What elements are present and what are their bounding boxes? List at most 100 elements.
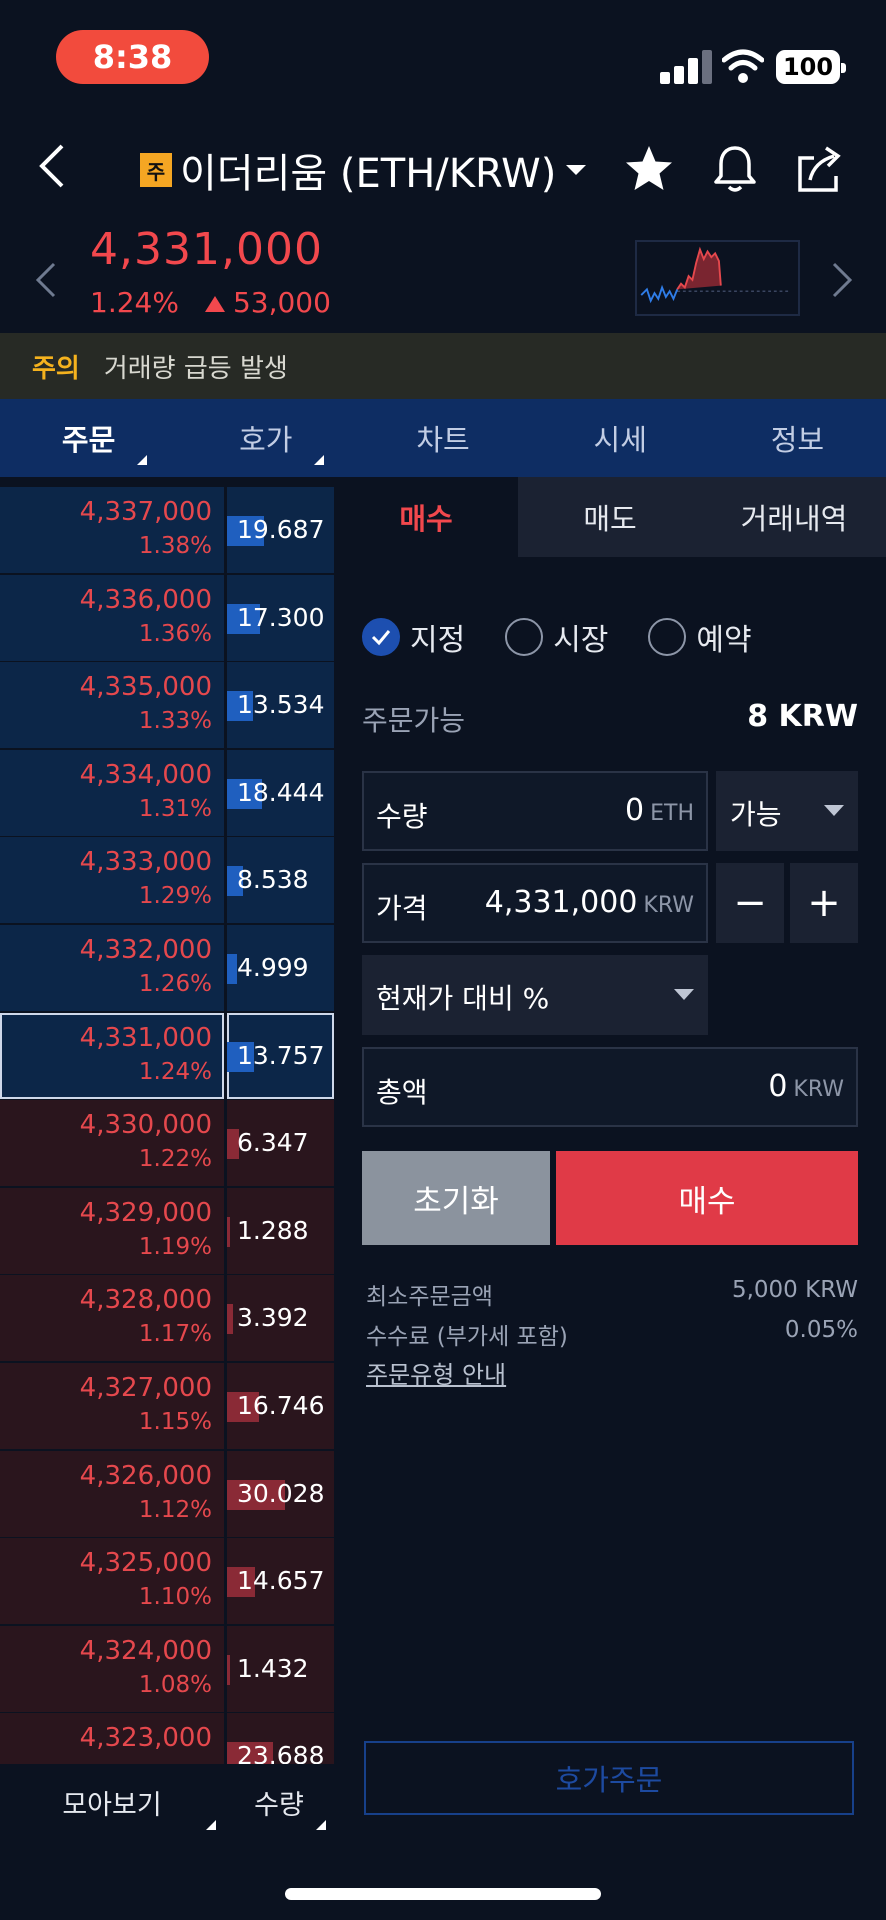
orderbook-row[interactable]: 4,333,000 1.29% 8.538 — [0, 837, 334, 924]
price-increase-button[interactable]: + — [790, 863, 858, 943]
radio-circle-icon — [505, 618, 544, 656]
quantity-cell[interactable]: 18.444 — [227, 749, 334, 836]
price-unit: KRW — [643, 893, 694, 918]
orderbook-percent: 1.19% — [138, 1233, 212, 1260]
quantity-cell[interactable]: 16.746 — [227, 1363, 334, 1449]
order-type-radio[interactable]: 지정 — [362, 615, 465, 659]
orderbook-row[interactable]: 4,324,000 1.08% 1.432 — [0, 1625, 334, 1712]
volume-bar — [227, 954, 237, 984]
orderbook-row[interactable]: 4,332,000 1.26% 4.999 — [0, 925, 334, 1011]
quantity-ratio-dropdown[interactable]: 가능 — [716, 771, 858, 851]
orderbook-row[interactable]: 4,335,000 1.33% 13.534 — [0, 662, 334, 749]
order-tab-0[interactable]: 매수 — [334, 477, 518, 557]
price-cell[interactable]: 4,327,000 1.15% — [0, 1363, 224, 1449]
quantity-cell[interactable]: 8.538 — [227, 837, 334, 924]
quantity-cell[interactable]: 17.300 — [227, 574, 334, 661]
quantity-cell[interactable]: 13.757 — [227, 1012, 334, 1099]
star-icon[interactable] — [622, 142, 676, 196]
price-cell[interactable]: 4,333,000 1.29% — [0, 837, 224, 924]
buy-button[interactable]: 매수 — [556, 1151, 858, 1245]
back-arrow-icon[interactable] — [28, 138, 84, 194]
qty-toggle-label: 수량 — [254, 1789, 304, 1821]
price-cell[interactable]: 4,324,000 1.08% — [0, 1625, 224, 1712]
qty-toggle-button[interactable]: 수량 — [224, 1764, 334, 1840]
tab-4[interactable]: 정보 — [709, 399, 886, 477]
orderbook-qty: 8.538 — [237, 865, 309, 895]
orderbook-row[interactable]: 4,337,000 1.38% 19.687 — [0, 487, 334, 573]
home-indicator[interactable] — [285, 1888, 601, 1900]
orderbook-row[interactable]: 4,325,000 1.10% 14.657 — [0, 1538, 334, 1625]
quantity-cell[interactable]: 14.657 — [227, 1538, 334, 1625]
price-cell[interactable]: 4,331,000 1.24% — [0, 1012, 224, 1099]
reset-button[interactable]: 초기화 — [362, 1151, 550, 1245]
orderbook-row[interactable]: 4,334,000 1.31% 18.444 — [0, 749, 334, 836]
price-cell[interactable]: 4,326,000 1.12% — [0, 1450, 224, 1537]
price-cell[interactable]: 4,337,000 1.38% — [0, 487, 224, 573]
orderbook-percent: 1.24% — [138, 1058, 212, 1085]
orderbook-row[interactable]: 4,331,000 1.24% 13.757 — [0, 1012, 334, 1099]
order-panel: 매수 매도 거래내역 지정 시장 예약 주문가능 8 KRW 수량 0 ETH 가능 가격… — [334, 477, 886, 1840]
order-type-label: 시장 — [553, 623, 609, 658]
ticker-row: 4,331,000 1.24% 53,000 — [0, 220, 886, 330]
quantity-cell[interactable]: 13.534 — [227, 662, 334, 749]
coin-selector[interactable]: 주 이더리움 (ETH/KRW) — [140, 140, 587, 200]
price-ratio-dropdown[interactable]: 현재가 대비 % — [362, 955, 708, 1035]
price-cell[interactable]: 4,334,000 1.31% — [0, 749, 224, 836]
orderbook-percent: 1.12% — [138, 1496, 212, 1523]
chevron-left-icon[interactable] — [34, 260, 58, 300]
orderbook[interactable]: 4,337,000 1.38% 19.687 4,336,000 1.36% 17.300… — [0, 477, 334, 1764]
price-cell[interactable]: 4,335,000 1.33% — [0, 662, 224, 749]
quantity-cell[interactable]: 1.288 — [227, 1187, 334, 1274]
orderbook-row[interactable]: 4,328,000 1.17% 3.392 — [0, 1275, 334, 1362]
price-cell[interactable]: 4,329,000 1.19% — [0, 1187, 224, 1274]
quantity-cell[interactable]: 30.028 — [227, 1450, 334, 1537]
price-cell[interactable]: 4,332,000 1.26% — [0, 925, 224, 1011]
mini-chart[interactable] — [635, 240, 800, 316]
orderbook-order-button[interactable]: 호가주문 — [364, 1741, 854, 1815]
orderbook-row[interactable]: 4,326,000 1.12% 30.028 — [0, 1450, 334, 1537]
price-cell[interactable]: 4,336,000 1.36% — [0, 574, 224, 661]
quantity-cell[interactable]: 23.688 — [227, 1713, 334, 1764]
price-cell[interactable]: 4,325,000 1.10% — [0, 1538, 224, 1625]
orderbook-row[interactable]: 4,329,000 1.19% 1.288 — [0, 1187, 334, 1274]
bell-icon[interactable] — [708, 142, 762, 196]
total-field[interactable]: 총액 0 KRW — [362, 1047, 858, 1127]
quantity-number: 0 — [625, 793, 645, 828]
orderbook-row[interactable]: 4,330,000 1.22% 6.347 — [0, 1100, 334, 1187]
tab-3[interactable]: 시세 — [532, 399, 709, 477]
order-type-guide-link[interactable]: 주문유형 안내 — [366, 1355, 506, 1390]
chevron-right-icon[interactable] — [830, 260, 854, 300]
price-decrease-button[interactable]: − — [716, 863, 784, 943]
share-icon[interactable] — [792, 142, 846, 196]
quantity-cell[interactable]: 6.347 — [227, 1100, 334, 1187]
orderbook-percent: 1.17% — [138, 1321, 212, 1348]
order-type-label: 지정 — [410, 623, 466, 658]
order-tab-2[interactable]: 거래내역 — [702, 477, 886, 557]
warning-banner[interactable]: 주의 거래량 급등 발생 — [0, 333, 886, 399]
tab-1[interactable]: 호가 — [177, 399, 354, 477]
tab-0[interactable]: 주문 — [0, 399, 177, 477]
price-field[interactable]: 가격 4,331,000 KRW — [362, 863, 708, 943]
group-by-button[interactable]: 모아보기 — [0, 1764, 224, 1840]
price-number: 4,331,000 — [484, 885, 638, 920]
order-type-radio[interactable]: 시장 — [505, 615, 608, 659]
price-cell[interactable]: 4,330,000 1.22% — [0, 1100, 224, 1187]
quantity-cell[interactable]: 19.687 — [227, 487, 334, 573]
orderbook-row[interactable]: 4,336,000 1.36% 17.300 — [0, 574, 334, 661]
order-tab-1[interactable]: 매도 — [518, 477, 702, 557]
price-value: 4,331,000 KRW — [485, 885, 694, 920]
tab-2[interactable]: 차트 — [354, 399, 531, 477]
orderbook-qty: 13.534 — [237, 690, 325, 720]
orderbook-percent: 1.38% — [138, 533, 212, 559]
quantity-cell[interactable]: 3.392 — [227, 1275, 334, 1362]
quantity-field[interactable]: 수량 0 ETH — [362, 771, 708, 851]
price-cell[interactable]: 4,328,000 1.17% — [0, 1275, 224, 1362]
price-cell[interactable]: 4,323,000 — [0, 1713, 224, 1764]
orderbook-qty: 19.687 — [237, 515, 325, 544]
orderbook-percent: 1.08% — [138, 1671, 212, 1698]
orderbook-row[interactable]: 4,323,000 23.688 — [0, 1713, 334, 1764]
quantity-cell[interactable]: 1.432 — [227, 1625, 334, 1712]
orderbook-row[interactable]: 4,327,000 1.15% 16.746 — [0, 1363, 334, 1449]
quantity-cell[interactable]: 4.999 — [227, 925, 334, 1011]
order-type-radio[interactable]: 예약 — [648, 615, 752, 659]
